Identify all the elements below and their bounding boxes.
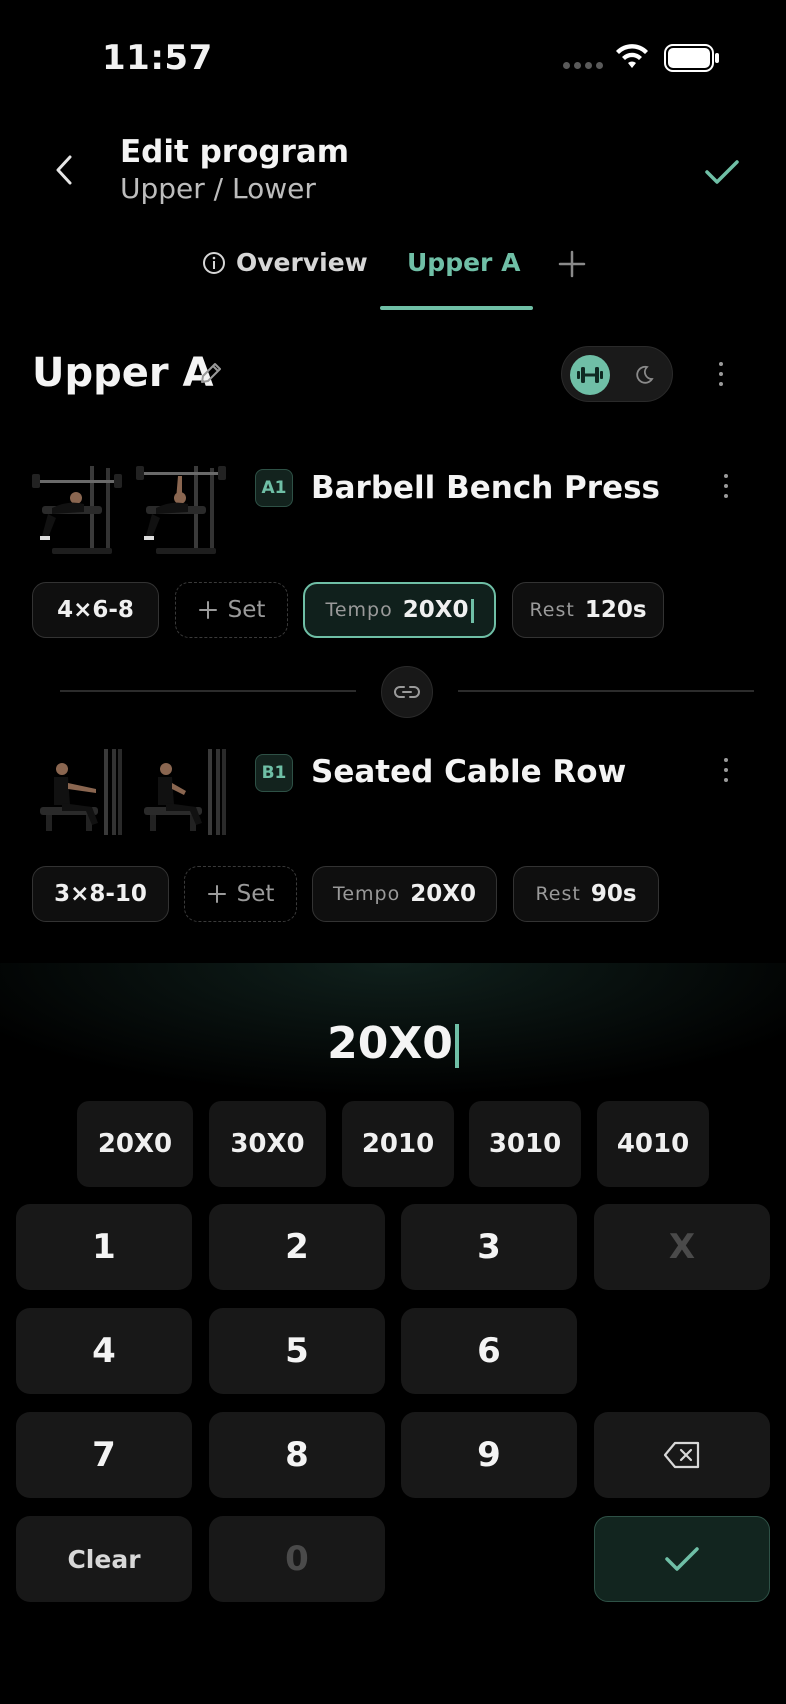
tab-overview[interactable]: Overview [202,248,368,277]
key-9[interactable]: 9 [401,1412,577,1498]
text-cursor [454,1024,459,1068]
tempo-value: 20X0 [402,597,469,623]
key-6[interactable]: 6 [401,1308,577,1394]
page-subtitle: Upper / Lower [120,172,316,205]
add-tab-button[interactable] [556,248,588,280]
rest-label: Rest [535,883,581,905]
rest-value: 120s [584,597,647,623]
exercise-name[interactable]: Barbell Bench Press [311,470,660,506]
chevron-left-icon [56,155,72,185]
sets-reps-value: 4×6-8 [57,597,134,623]
tab-upper-a[interactable]: Upper A [407,248,520,277]
key-4[interactable]: 4 [16,1308,192,1394]
key-3[interactable]: 3 [401,1204,577,1290]
plus-icon [207,885,226,903]
exercise-image-start-position [40,749,122,835]
key-0[interactable]: 0 [209,1516,385,1602]
dumbbell-icon[interactable] [570,355,610,395]
divider [458,690,754,692]
check-icon [665,1547,699,1571]
divider [60,690,356,692]
backspace-icon [663,1441,700,1469]
tempo-preset-button[interactable]: 4010 [597,1101,709,1187]
tempo-preset-button[interactable]: 3010 [469,1101,581,1187]
key-5[interactable]: 5 [209,1308,385,1394]
status-bar: 11:57 [0,0,786,110]
check-icon [705,160,739,184]
active-tab-indicator [380,306,533,310]
tempo-entry-value: 20X0 [327,1018,453,1069]
tempo-value: 20X0 [410,881,476,907]
plus-icon [198,601,217,619]
exercise-image-start-position [32,466,122,554]
status-time: 11:57 [102,38,213,78]
rest-value: 90s [590,881,637,907]
sets-reps-value: 3×8-10 [54,881,147,907]
page-title: Edit program [120,134,350,170]
save-button[interactable] [700,150,744,194]
tempo-chip[interactable]: Tempo 20X0 [312,866,497,922]
key-x[interactable]: X [594,1204,770,1290]
key-8[interactable]: 8 [209,1412,385,1498]
info-icon [203,251,225,274]
tab-overview-label: Overview [236,248,368,277]
key-2[interactable]: 2 [209,1204,385,1290]
text-cursor [470,598,474,623]
exercise-name[interactable]: Seated Cable Row [311,754,626,790]
clear-button[interactable]: Clear [16,1516,192,1602]
sets-reps-chip[interactable]: 3×8-10 [32,866,169,922]
exercise-badge: A1 [255,469,293,507]
pencil-icon [201,363,221,383]
exercise-image-end-position [136,466,226,554]
day-more-options-button[interactable] [711,354,731,394]
add-set-button[interactable]: Set [175,582,288,638]
add-set-label: Set [236,881,275,907]
tempo-preset-button[interactable]: 30X0 [209,1101,326,1187]
tempo-entry-display: 20X0 [0,1018,786,1069]
tempo-preset-button[interactable]: 20X0 [77,1101,193,1187]
add-set-button[interactable]: Set [184,866,297,922]
sets-reps-chip[interactable]: 4×6-8 [32,582,159,638]
tempo-label: Tempo [325,599,393,621]
key-7[interactable]: 7 [16,1412,192,1498]
rest-chip[interactable]: Rest 120s [512,582,664,638]
battery-icon [664,44,719,72]
tempo-preset-button[interactable]: 2010 [342,1101,454,1187]
back-button[interactable] [44,150,84,190]
backspace-button[interactable] [594,1412,770,1498]
wifi-icon [616,44,648,68]
link-icon [394,686,420,698]
add-set-label: Set [227,597,266,623]
confirm-button[interactable] [594,1516,770,1602]
day-title: Upper A [32,350,214,396]
mode-toggle[interactable] [561,346,673,402]
rest-chip[interactable]: Rest 90s [513,866,659,922]
cellular-signal-icon [563,62,603,69]
tempo-label: Tempo [332,883,401,905]
superset-link-button[interactable] [381,666,433,718]
moon-icon[interactable] [626,357,662,393]
exercise-badge: B1 [255,754,293,792]
key-1[interactable]: 1 [16,1204,192,1290]
tempo-chip[interactable]: Tempo 20X0 [303,582,496,638]
plus-icon [558,250,586,278]
rest-label: Rest [529,599,575,621]
exercise-more-options-button[interactable] [716,750,736,790]
exercise-image-end-position [144,749,226,835]
edit-day-name-button[interactable] [198,360,224,390]
tab-upper-a-label: Upper A [407,248,521,277]
exercise-more-options-button[interactable] [716,466,736,506]
